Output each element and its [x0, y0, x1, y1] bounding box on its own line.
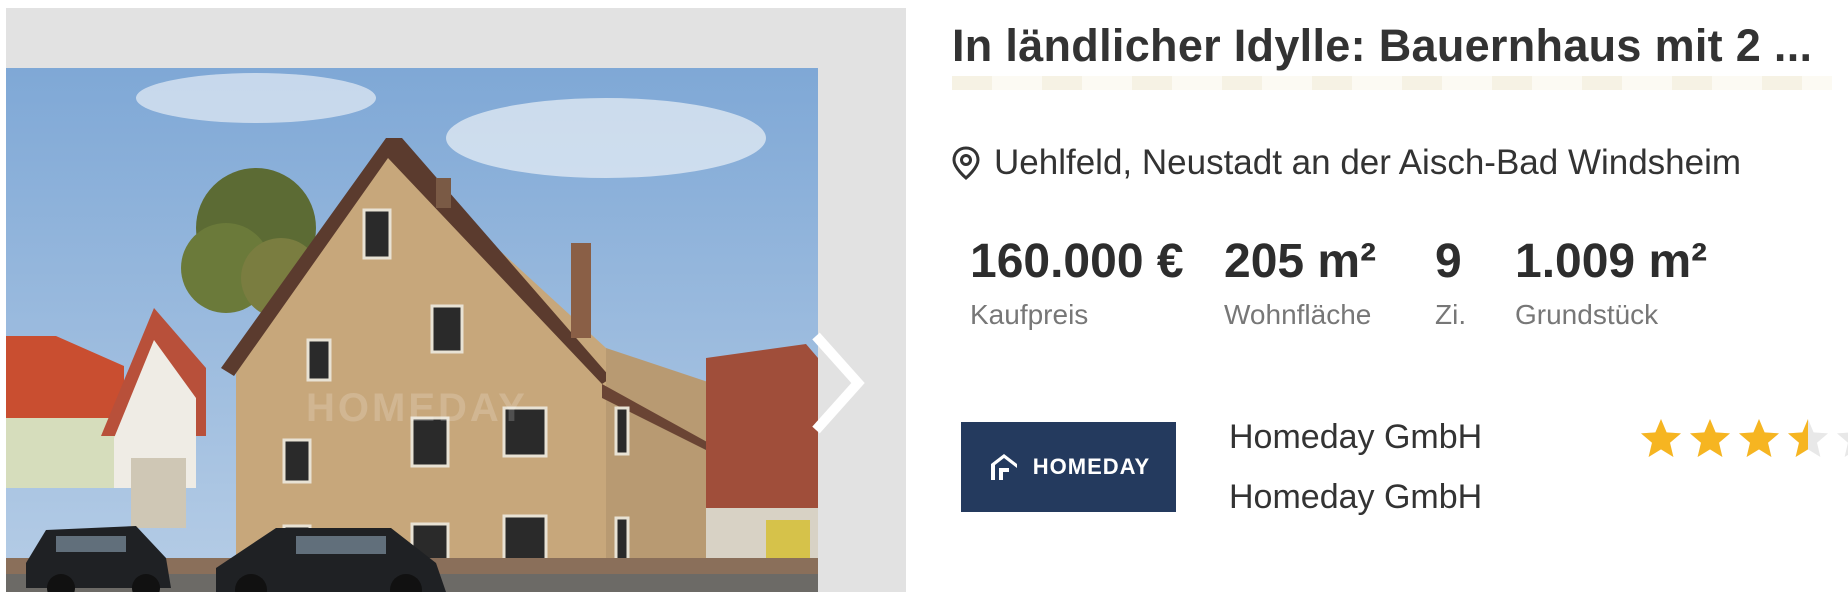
- agency-logo[interactable]: HOMEDAY: [961, 422, 1176, 512]
- agency-rating: [1638, 416, 1848, 462]
- fact-living-area: 205 m² Wohnfläche: [1224, 234, 1376, 331]
- fact-rooms: 9 Zi.: [1435, 234, 1466, 331]
- star-full-icon: [1739, 419, 1779, 457]
- property-photo[interactable]: HOMEDAY: [6, 68, 818, 592]
- fact-plot-area: 1.009 m² Grundstück: [1515, 234, 1707, 331]
- listing-card[interactable]: HOMEDAY In ländlicher Idylle: Bauernhaus…: [0, 0, 1848, 597]
- key-facts: 160.000 € Kaufpreis 205 m² Wohnfläche 9 …: [950, 234, 1848, 344]
- star-full-icon: [1641, 419, 1681, 457]
- agency-logo-text: HOMEDAY: [1032, 454, 1151, 479]
- homeday-house-icon: [990, 454, 1017, 480]
- fact-label: Zi.: [1435, 299, 1467, 330]
- location-pin-icon: [952, 146, 980, 180]
- fact-label: Wohnfläche: [1224, 299, 1372, 330]
- image-gallery: HOMEDAY: [6, 8, 906, 592]
- fact-label: Grundstück: [1515, 299, 1659, 330]
- fact-value: 205 m²: [1224, 235, 1377, 288]
- photo-watermark: HOMEDAY: [306, 386, 528, 430]
- fact-value: 9: [1435, 235, 1462, 288]
- star-half-icon: [1788, 419, 1828, 457]
- fact-value: 1.009 m²: [1515, 235, 1708, 288]
- star-empty-icon: [1837, 432, 1848, 457]
- agency-name-secondary: Homeday GmbH: [1229, 478, 1483, 516]
- agency-name[interactable]: Homeday GmbH: [1229, 418, 1482, 457]
- location-text: Uehlfeld, Neustadt an der Aisch-Bad Wind…: [994, 143, 1742, 182]
- listing-location: Uehlfeld, Neustadt an der Aisch-Bad Wind…: [952, 138, 1741, 188]
- chevron-right-icon: [812, 332, 865, 434]
- listing-title[interactable]: In ländlicher Idylle: Bauernhaus mit 2 .…: [952, 20, 1848, 72]
- next-image-button[interactable]: [806, 328, 866, 438]
- fact-value: 160.000 €: [970, 235, 1184, 288]
- listing-info: In ländlicher Idylle: Bauernhaus mit 2 .…: [950, 0, 1848, 597]
- title-underline-decor: [952, 76, 1832, 90]
- fact-price: 160.000 € Kaufpreis: [970, 234, 1184, 331]
- fact-label: Kaufpreis: [970, 299, 1089, 330]
- star-full-icon: [1690, 419, 1730, 457]
